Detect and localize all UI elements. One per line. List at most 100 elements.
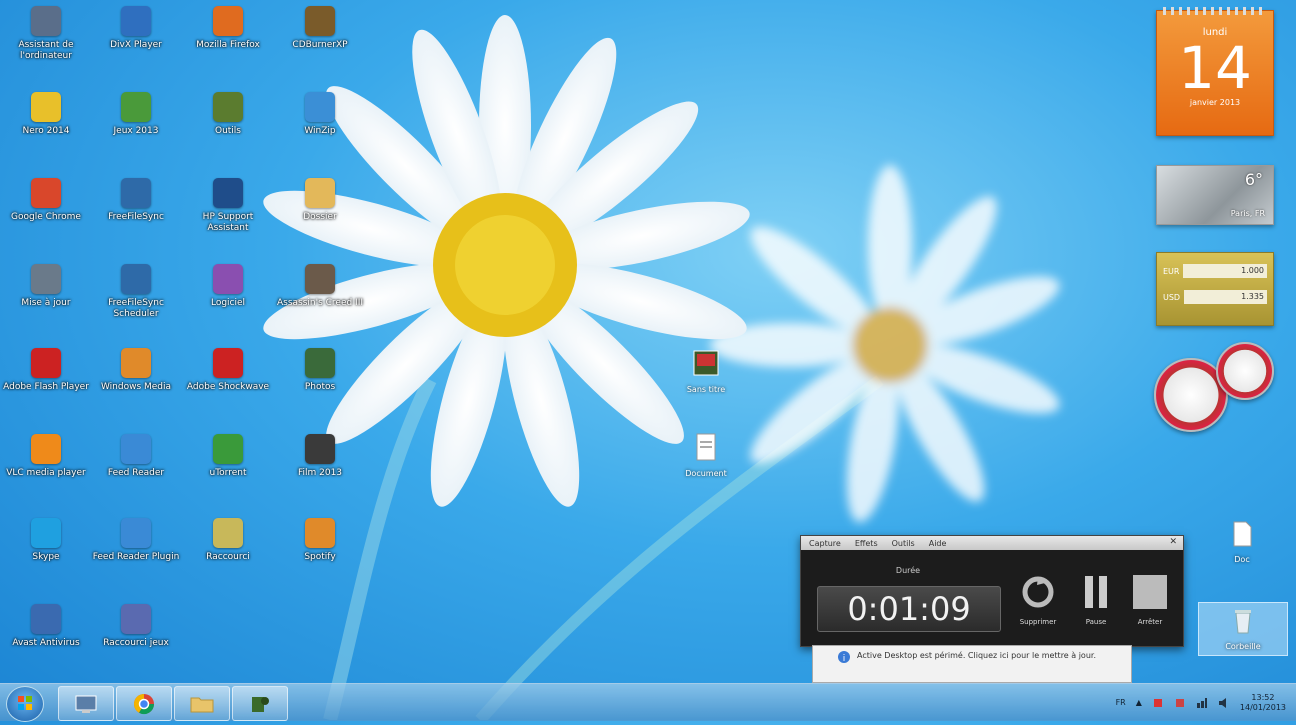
flag-icon[interactable]: [1152, 697, 1164, 709]
photo-file-icon: [693, 350, 719, 376]
flash-icon: [31, 348, 61, 378]
desktop-file-0[interactable]: Sans titre: [662, 348, 750, 394]
menu-tools[interactable]: Outils: [892, 539, 915, 548]
desktop-icon[interactable]: Dossier: [276, 178, 364, 223]
desktop-icon[interactable]: Windows Media: [92, 348, 180, 393]
desktop-icon[interactable]: CDBurnerXP: [276, 6, 364, 51]
desktop-icon-label: Outils: [214, 126, 241, 136]
duration-label: Durée: [895, 566, 921, 575]
desktop-icon[interactable]: VLC media player: [2, 434, 90, 479]
shortcut2-icon: [121, 604, 151, 634]
desktop-icon-label: Nero 2014: [22, 126, 70, 136]
taskbar-app-chrome[interactable]: [116, 686, 172, 721]
stop-button-label: Arrêter: [1137, 618, 1163, 626]
desktop-icon[interactable]: uTorrent: [184, 434, 272, 479]
network-icon[interactable]: [1196, 697, 1208, 709]
desktop-icon-label: Assassin's Creed III: [276, 298, 364, 308]
desktop-icon[interactable]: Feed Reader Plugin: [92, 518, 180, 563]
desktop-icon-label: Logiciel: [210, 298, 246, 308]
help-icon: [213, 178, 243, 208]
menu-capture[interactable]: Capture: [809, 539, 841, 548]
right-item-0[interactable]: Doc: [1212, 520, 1272, 564]
screen-recorder-window[interactable]: Capture Effets Outils Aide ✕ Durée 0:01:…: [800, 535, 1184, 647]
notification-balloon[interactable]: i Active Desktop est périmé. Cliquez ici…: [812, 645, 1132, 683]
desktop-icon[interactable]: Nero 2014: [2, 92, 90, 137]
delete-icon: [1022, 576, 1054, 608]
desktop-icon[interactable]: Outils: [184, 92, 272, 137]
desktop-icon-label: DivX Player: [110, 40, 162, 50]
desktop-icon[interactable]: Spotify: [276, 518, 364, 563]
desktop-icon-label: Spotify: [304, 552, 336, 562]
nero-icon: [31, 92, 61, 122]
desktop-icon[interactable]: Jeux 2013: [92, 92, 180, 137]
desktop-icon[interactable]: Raccourci jeux: [92, 604, 180, 649]
right-item-1[interactable]: Corbeille: [1198, 602, 1288, 656]
desktop-icon[interactable]: Avast Antivirus: [2, 604, 90, 649]
desktop-icon[interactable]: Mozilla Firefox: [184, 6, 272, 51]
desktop-icon[interactable]: Raccourci: [184, 518, 272, 563]
weather-temperature: 6°: [1244, 170, 1263, 189]
stop-button[interactable]: Arrêter: [1127, 574, 1173, 626]
desktop-icon[interactable]: HP Support Assistant: [184, 178, 272, 234]
info-icon: i: [838, 651, 850, 664]
desktop-icon[interactable]: Logiciel: [184, 264, 272, 309]
desktop-icon[interactable]: Google Chrome: [2, 178, 90, 223]
photo-icon: [305, 348, 335, 378]
desktop-icon[interactable]: Feed Reader: [92, 434, 180, 479]
desktop-icon-label: Feed Reader Plugin: [92, 552, 180, 562]
desktop-icon[interactable]: Skype: [2, 518, 90, 563]
desktop-icon[interactable]: FreeFileSync: [92, 178, 180, 223]
chrome-icon: [31, 178, 61, 208]
recycle-bin-icon: [1235, 610, 1251, 634]
menu-effects[interactable]: Effets: [855, 539, 878, 548]
desktop-icon[interactable]: Assassin's Creed III: [276, 264, 364, 309]
desktop-icon-label: Windows Media: [100, 382, 172, 392]
system-tray: FR ▲ 13:52 14/01/2013: [1116, 684, 1286, 721]
weather-gadget[interactable]: 6° Paris, FR: [1156, 165, 1274, 225]
recording-timer: 0:01:09: [817, 586, 1001, 632]
calendar-day-number: 14: [1178, 34, 1252, 102]
tray-expand-icon[interactable]: ▲: [1136, 698, 1142, 707]
desktop-icon[interactable]: FreeFileSync Scheduler: [92, 264, 180, 320]
start-button[interactable]: [6, 686, 44, 722]
volume-icon[interactable]: [1218, 697, 1230, 709]
shockwave-icon: [213, 348, 243, 378]
desktop-file-1[interactable]: Document: [662, 432, 750, 478]
taskbar: FR ▲ 13:52 14/01/2013: [0, 683, 1296, 722]
update-tray-icon[interactable]: [1174, 697, 1186, 709]
pause-button[interactable]: Pause: [1073, 574, 1119, 626]
close-icon[interactable]: ✕: [1169, 537, 1177, 547]
desktop-icon[interactable]: Photos: [276, 348, 364, 393]
torrent-icon: [213, 434, 243, 464]
recorder-menubar: Capture Effets Outils Aide ✕: [801, 536, 1183, 550]
firefox-icon: [213, 6, 243, 36]
menu-help[interactable]: Aide: [929, 539, 947, 548]
desktop-icon[interactable]: Mise à jour: [2, 264, 90, 309]
desktop-icon-label: Feed Reader: [107, 468, 165, 478]
right-item-label: Doc: [1234, 555, 1250, 564]
desktop-icon-label: uTorrent: [209, 468, 247, 478]
desktop-icon[interactable]: Adobe Shockwave: [184, 348, 272, 393]
delete-button[interactable]: Supprimer: [1015, 574, 1061, 626]
games-icon: [121, 92, 151, 122]
calendar-gadget[interactable]: lundi 14 janvier 2013: [1156, 7, 1274, 136]
software-icon: [213, 264, 243, 294]
film-icon: [305, 434, 335, 464]
desktop-icon[interactable]: DivX Player: [92, 6, 180, 51]
chrome-taskbar-icon: [133, 693, 155, 714]
desktop-icon-label: FreeFileSync Scheduler: [108, 298, 164, 319]
cpu-meter-gadget[interactable]: [1150, 340, 1276, 436]
currency-value[interactable]: 1.000: [1183, 264, 1267, 278]
desktop-icon-label: HP Support Assistant: [202, 212, 254, 233]
desktop-icon[interactable]: Film 2013: [276, 434, 364, 479]
taskbar-app-explorer[interactable]: [58, 686, 114, 721]
desktop-icon[interactable]: Assistant de l'ordinateur: [2, 6, 90, 62]
taskbar-app-recorder[interactable]: [232, 686, 288, 721]
taskbar-app-folders[interactable]: [174, 686, 230, 721]
currency-value[interactable]: 1.335: [1184, 290, 1267, 304]
language-indicator[interactable]: FR: [1116, 698, 1126, 707]
desktop-icon[interactable]: Adobe Flash Player: [2, 348, 90, 393]
desktop-icon[interactable]: WinZip: [276, 92, 364, 137]
currency-gadget[interactable]: EUR 1.000 USD 1.335: [1156, 252, 1274, 326]
clock[interactable]: 13:52 14/01/2013: [1240, 693, 1286, 713]
